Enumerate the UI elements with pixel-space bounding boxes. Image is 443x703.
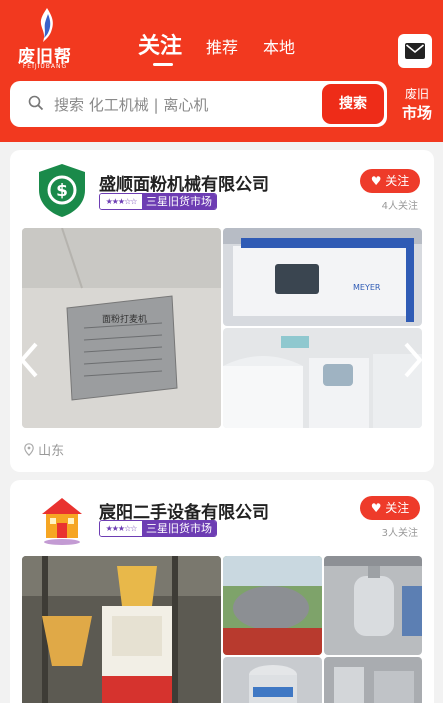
product-photo-vessel[interactable] [223, 657, 322, 703]
star-rating: ★★★☆☆ [100, 521, 142, 536]
product-photo-machines[interactable] [223, 328, 422, 428]
tank-photo [223, 556, 322, 655]
nameplate-photo [22, 228, 221, 428]
message-button[interactable] [398, 34, 432, 68]
badge-label: 三星旧货市场 [142, 194, 216, 209]
active-tab-indicator [153, 63, 173, 66]
product-photo-nameplate[interactable]: 面粉打麦机 [22, 228, 221, 428]
search-button[interactable]: 搜索 [322, 84, 384, 124]
search-input[interactable]: 搜索 化工机械 | 离心机 [54, 94, 208, 115]
machine-photo: MEYER [223, 228, 422, 326]
vessel-photo [223, 657, 322, 703]
heart-icon: ♥ [370, 501, 382, 515]
equipment-photo [324, 657, 422, 703]
follow-label: 关注 [385, 174, 410, 188]
flame-logo-icon [40, 8, 53, 42]
follow-button[interactable]: ♥ 关注 [360, 169, 420, 193]
product-photo-sorter[interactable]: MEYER [223, 228, 422, 326]
market-link-line2: 市场 [401, 104, 432, 122]
svg-text:$: $ [56, 181, 68, 201]
product-photo-reactor[interactable] [324, 556, 422, 655]
tab-follow[interactable]: 关注 [138, 28, 182, 60]
reactor-photo [324, 556, 422, 655]
location-pin-icon [24, 443, 34, 457]
shield-dollar-icon: $ [39, 164, 85, 217]
house-shop-icon [42, 498, 82, 545]
company-card[interactable]: 宸阳二手设备有限公司 ★★★☆☆ 三星旧货市场 ♥ 关注 3人关注 [10, 480, 434, 703]
chevron-right-icon[interactable] [400, 340, 426, 380]
product-photo-equipment[interactable] [324, 657, 422, 703]
heart-icon: ♥ [370, 174, 382, 188]
market-rank-badge: ★★★☆☆ 三星旧货市场 [99, 193, 217, 210]
machine-photo [223, 328, 422, 428]
machine-photo [22, 556, 221, 703]
tab-local[interactable]: 本地 [263, 34, 295, 58]
chevron-left-icon[interactable] [16, 340, 42, 380]
follow-label: 关注 [385, 501, 410, 515]
search-icon [28, 95, 44, 111]
app-header: 废旧帮 FEIJIUBANG 关注 推荐 本地 搜索 化工机械 | 离心机 搜索… [0, 0, 443, 142]
tab-recommend[interactable]: 推荐 [206, 34, 238, 58]
company-card[interactable]: $ 盛顺面粉机械有限公司 ★★★☆☆ 三星旧货市场 ♥ 关注 4人关注 面粉打麦… [10, 150, 434, 472]
market-link-line1: 废旧 [404, 87, 429, 101]
badge-label: 三星旧货市场 [142, 521, 216, 536]
app-logo[interactable]: 废旧帮 FEIJIUBANG [12, 8, 78, 70]
follower-count: 4人关注 [381, 201, 418, 212]
product-photo-tank[interactable] [223, 556, 322, 655]
market-link[interactable]: 废旧 市场 [397, 85, 437, 123]
location-text: 山东 [38, 444, 65, 459]
mail-icon [405, 43, 425, 59]
market-rank-badge: ★★★☆☆ 三星旧货市场 [99, 520, 217, 537]
company-name[interactable]: 盛顺面粉机械有限公司 [99, 170, 269, 195]
location: 山东 [24, 440, 64, 459]
nameplate-text: 面粉打麦机 [102, 315, 148, 325]
product-photo-pellet-mill[interactable] [22, 556, 221, 703]
logo-subtext: FEIJIUBANG [22, 63, 68, 70]
follower-count: 3人关注 [381, 528, 418, 539]
star-rating: ★★★☆☆ [100, 194, 142, 209]
follow-button[interactable]: ♥ 关注 [360, 496, 420, 520]
search-bar[interactable]: 搜索 化工机械 | 离心机 搜索 [10, 81, 387, 127]
svg-text:MEYER: MEYER [353, 283, 381, 292]
